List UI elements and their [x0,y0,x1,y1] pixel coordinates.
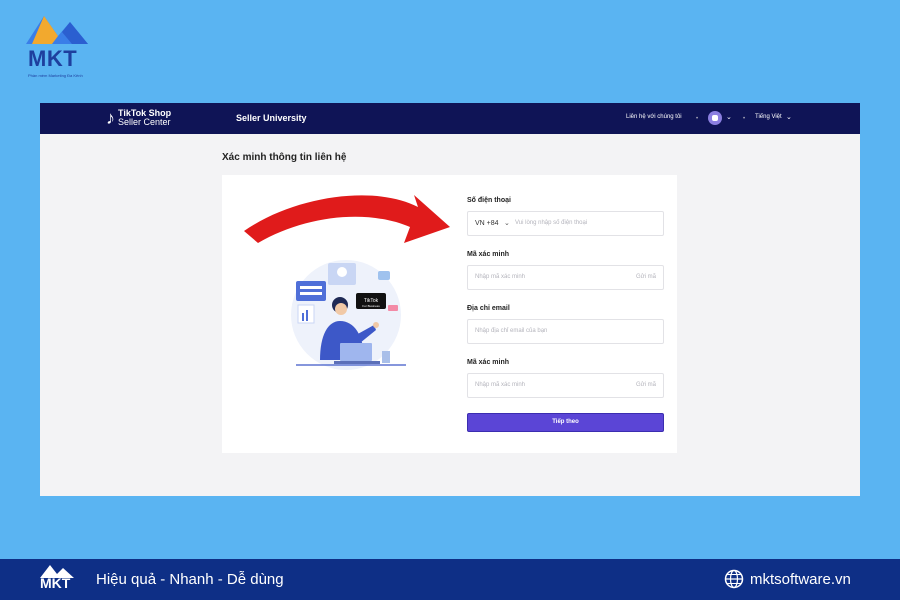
separator-dot: • [696,116,699,122]
page-title: Xác minh thông tin liên hệ [222,152,347,163]
email-code-field[interactable]: Nhập mã xác minh Gửi mã [467,373,664,398]
next-button[interactable]: Tiếp theo [467,413,664,432]
send-code-button[interactable]: Gửi mã [636,382,656,388]
mkt-tagline: Phần mềm Marketing Đa Kênh [28,73,83,78]
chevron-down-icon[interactable]: ⌄ [504,219,510,227]
badge-line2: For Business [362,304,380,308]
verification-code-label: Mã xác minh [467,359,510,366]
nav-seller-university[interactable]: Seller University [236,113,307,123]
mkt-logo: MKT Phần mềm Marketing Đa Kênh [22,10,102,80]
chevron-down-icon[interactable]: ⌄ [726,113,732,121]
contact-us-link[interactable]: Liên hệ với chúng tôi [626,114,682,120]
chevron-down-icon[interactable]: ⌄ [786,113,792,121]
footer-logo-text: MKT [40,575,71,591]
tiktok-note-icon: ♪ [106,108,115,128]
country-code-select[interactable]: VN +84 [475,220,499,227]
verification-code-label: Mã xác minh [467,251,510,258]
send-code-button[interactable]: Gửi mã [636,274,656,280]
phone-label: Số điện thoại [467,197,511,204]
language-selector[interactable]: Tiếng Việt [755,114,782,120]
top-navigation-bar: ♪ TikTok Shop Seller Center Seller Unive… [40,103,860,134]
tiktok-shop-logo[interactable]: ♪ TikTok Shop Seller Center [106,108,171,128]
footer-slogan: Hiệu quả - Nhanh - Dễ dùng [96,571,284,588]
email-placeholder: Nhập địa chỉ email của bạn [475,328,548,334]
website-url[interactable]: mktsoftware.vn [750,571,851,588]
avatar[interactable] [708,111,722,125]
mkt-logo-text: MKT [28,46,78,71]
globe-icon [724,569,744,589]
phone-placeholder: Vui lòng nhập số điện thoại [515,220,588,226]
screenshot-frame: ♪ TikTok Shop Seller Center Seller Unive… [40,103,860,496]
separator-dot: • [743,116,746,122]
phone-field[interactable]: VN +84 ⌄ Vui lòng nhập số điện thoại [467,211,664,236]
email-label: Địa chỉ email [467,305,510,312]
email-field[interactable]: Nhập địa chỉ email của bạn [467,319,664,344]
verification-card: TikTok For Business Số điện thoại VN +84… [222,175,677,453]
footer-bar: MKT Hiệu quả - Nhanh - Dễ dùng mktsoftwa… [0,559,900,600]
phone-code-field[interactable]: Nhập mã xác minh Gửi mã [467,265,664,290]
footer-logo: MKT [38,563,80,595]
user-icon [712,115,718,121]
mkt-mountain-icon [26,16,88,44]
code-placeholder: Nhập mã xác minh [475,274,526,280]
code-placeholder: Nhập mã xác minh [475,382,526,388]
footer-website[interactable]: mktsoftware.vn [724,569,851,589]
red-arrow-icon [244,195,450,243]
logo-line2: Seller Center [118,117,171,127]
tiktok-brand-text: TikTok Shop Seller Center [118,109,171,127]
illustration: TikTok For Business [244,195,450,370]
